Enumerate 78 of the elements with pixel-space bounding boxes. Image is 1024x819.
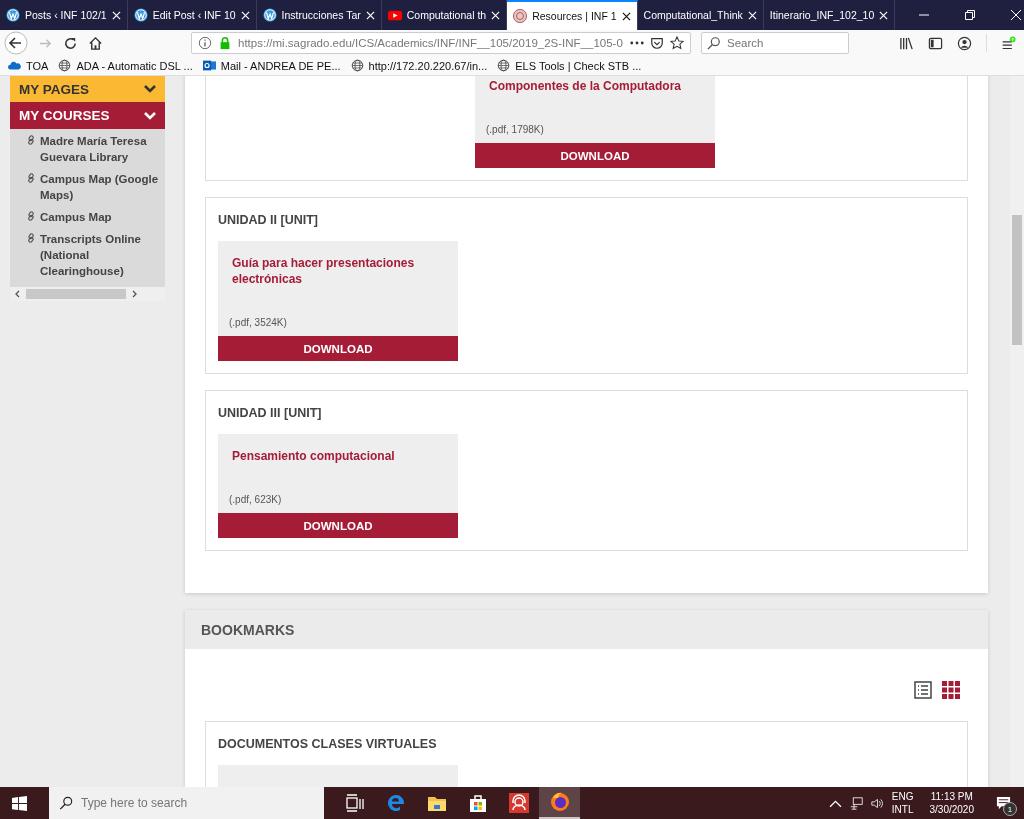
notification-button[interactable]: 1 <box>988 788 1018 818</box>
address-bar[interactable]: https://mi.sagrado.edu/ICS/Academics/INF/INF__105/2019_2S-INF__105-0 <box>191 32 691 54</box>
padlock-icon <box>218 36 232 50</box>
task-view-icon <box>344 793 365 813</box>
input-language[interactable]: ENG INTL <box>891 790 914 816</box>
scrollbar-thumb[interactable] <box>1012 215 1022 345</box>
file-size: (.pdf, 623K) <box>228 494 283 505</box>
link-icon <box>26 211 36 221</box>
back-icon[interactable] <box>4 31 28 55</box>
file-link[interactable]: Guía para hacer presentaciones electrónicas <box>218 255 458 287</box>
link-icon <box>26 173 36 183</box>
account-icon[interactable] <box>957 35 972 51</box>
video-play-icon <box>387 8 402 22</box>
menu-icon[interactable] <box>1001 35 1016 51</box>
globe-icon <box>497 59 511 72</box>
taskbar-search-field[interactable]: Type here to search <box>49 787 324 819</box>
sidebar-link[interactable]: Madre María Teresa Guevara Library <box>40 133 159 165</box>
list-view-icon[interactable] <box>914 681 932 699</box>
notification-count: 1 <box>1003 802 1017 816</box>
network-icon[interactable] <box>849 796 863 810</box>
pocket-icon[interactable] <box>650 36 664 50</box>
star-icon[interactable] <box>670 36 684 50</box>
file-link[interactable]: Componentes de la Computadora <box>475 78 715 94</box>
unit-heading: UNIDAD III [UNIT] <box>218 406 323 420</box>
panel-title: BOOKMARKS <box>201 621 295 638</box>
globe-icon <box>58 59 72 72</box>
chevron-down-icon <box>144 85 156 93</box>
link-icon <box>26 233 36 243</box>
restore-icon[interactable] <box>965 10 976 20</box>
file-size: (.pdf, 3524K) <box>228 317 288 328</box>
scroll-right-icon[interactable] <box>132 290 138 298</box>
search-icon <box>59 796 73 810</box>
edge-browser-icon <box>385 793 406 813</box>
globe-icon <box>350 59 364 72</box>
sidebar-section-header[interactable]: MY COURSES <box>10 102 165 129</box>
headset-icon <box>508 793 529 813</box>
seal-icon <box>513 9 528 23</box>
close-icon[interactable] <box>621 11 631 21</box>
bookmark-link[interactable]: Mail - ANDREA DE PE... <box>202 59 341 72</box>
wordpress-icon <box>6 8 20 22</box>
folder-heading: DOCUMENTOS CLASES VIRTUALES <box>218 737 438 751</box>
sidebar-link[interactable]: Campus Map <box>40 209 112 225</box>
cloud-icon <box>8 59 21 72</box>
file-link[interactable]: Pensamiento computacional <box>218 448 458 464</box>
library-icon[interactable] <box>899 35 914 51</box>
sidebar-section-header[interactable]: MY PAGES <box>10 76 165 102</box>
windows-start-icon[interactable] <box>12 795 27 811</box>
sidebar-icon[interactable] <box>928 35 943 51</box>
chevron-down-icon <box>144 111 156 120</box>
browser-tab[interactable]: Resources | INF 1 <box>507 0 638 30</box>
download-button[interactable]: DOWNLOAD <box>475 143 715 168</box>
sidebar-link[interactable]: Transcripts Online (National Clearinghouse) <box>40 231 159 279</box>
mail-app-icon <box>202 59 216 72</box>
download-button[interactable]: DOWNLOAD <box>218 336 458 361</box>
sidebar-link[interactable]: Campus Map (Google Maps) <box>40 171 159 203</box>
scroll-left-icon[interactable] <box>14 290 20 298</box>
file-size: (.pdf, 1798K) <box>485 124 545 135</box>
firefox-icon <box>549 792 570 812</box>
wordpress-icon <box>262 8 277 22</box>
wordpress-icon <box>133 8 148 22</box>
download-button[interactable]: DOWNLOAD <box>218 513 458 538</box>
unit-heading: UNIDAD II [UNIT] <box>218 213 319 227</box>
link-icon <box>26 135 36 145</box>
shopping-bag-icon <box>467 793 488 813</box>
clock[interactable]: 11:13 PM 3/30/2020 <box>929 790 974 816</box>
bookmark-link[interactable]: ADA - Automatic DSL ... <box>58 59 193 72</box>
volume-icon[interactable] <box>870 796 884 810</box>
more-icon[interactable] <box>630 41 644 45</box>
info-icon <box>198 36 212 50</box>
bookmark-link[interactable]: TOA <box>8 59 49 72</box>
reload-icon[interactable] <box>63 35 78 51</box>
grid-view-icon[interactable] <box>942 681 960 699</box>
bookmark-link[interactable]: http://172.20.220.67/in... <box>350 59 488 72</box>
search-icon <box>707 36 721 50</box>
vertical-scrollbar[interactable] <box>1010 76 1024 787</box>
search-field[interactable]: Search <box>701 32 849 54</box>
bookmark-link[interactable]: ELS Tools | Check STB ... <box>497 59 642 72</box>
home-icon[interactable] <box>88 35 103 51</box>
